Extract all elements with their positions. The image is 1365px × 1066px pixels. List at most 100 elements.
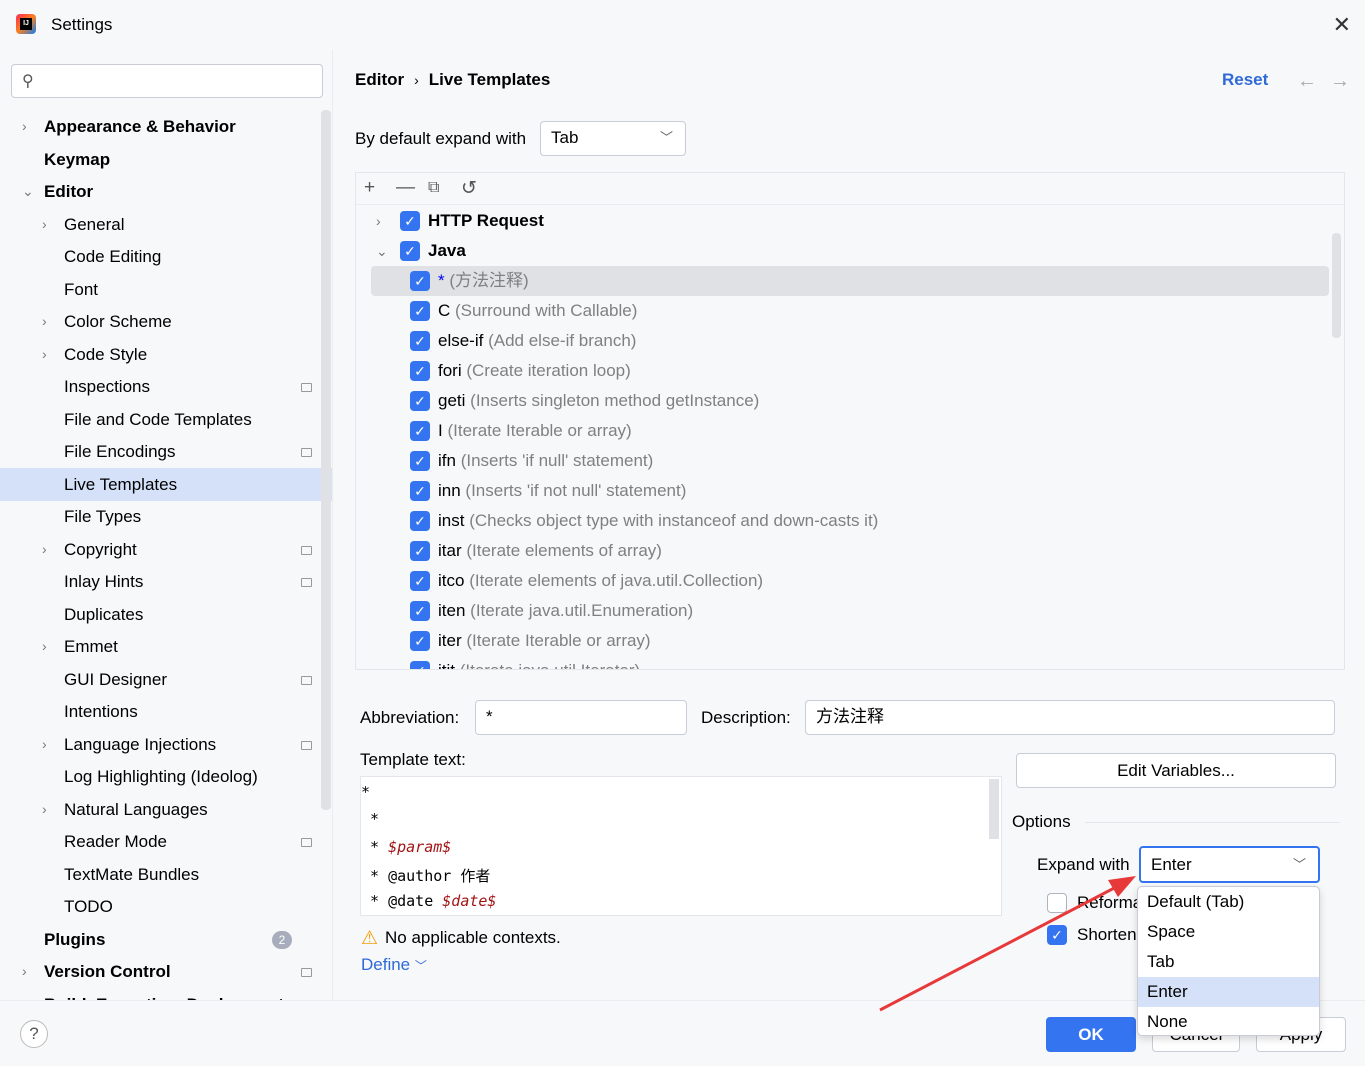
sidebar-item[interactable]: Intentions	[0, 695, 332, 728]
template-row[interactable]: ✓ itar (Iterate elements of array)	[356, 536, 1344, 566]
forward-arrow-icon[interactable]: →	[1330, 70, 1350, 93]
search-input[interactable]: ⚲	[11, 64, 323, 98]
chevron-right-icon[interactable]: ›	[42, 208, 47, 241]
template-row[interactable]: ✓ C (Surround with Callable)	[356, 296, 1344, 326]
breadcrumb-editor[interactable]: Editor	[355, 70, 404, 89]
group-checkbox[interactable]: ✓	[400, 211, 420, 231]
template-row[interactable]: ✓ else-if (Add else-if branch)	[356, 326, 1344, 356]
sidebar-item[interactable]: Duplicates	[0, 598, 332, 631]
editor-scrollbar[interactable]	[989, 779, 999, 839]
template-group-row[interactable]: ⌄ ✓ Java	[356, 236, 1344, 266]
sidebar-item[interactable]: › Copyright	[0, 533, 332, 566]
sidebar-item[interactable]: TODO	[0, 890, 332, 923]
add-icon[interactable]: +	[364, 177, 375, 199]
chevron-right-icon[interactable]: ›	[42, 630, 47, 663]
template-checkbox[interactable]: ✓	[410, 601, 430, 621]
sidebar-item[interactable]: › Code Style	[0, 338, 332, 371]
sidebar-item[interactable]: Inspections	[0, 370, 332, 403]
template-checkbox[interactable]: ✓	[410, 481, 430, 501]
sidebar-item[interactable]: File Types	[0, 500, 332, 533]
sidebar-item[interactable]: › Color Scheme	[0, 305, 332, 338]
group-checkbox[interactable]: ✓	[400, 241, 420, 261]
template-row[interactable]: ✓ I (Iterate Iterable or array)	[356, 416, 1344, 446]
sidebar-item[interactable]: › Appearance & Behavior	[0, 110, 332, 143]
chevron-right-icon[interactable]: ›	[376, 206, 381, 236]
sidebar-item[interactable]: GUI Designer	[0, 663, 332, 696]
tree-scrollbar[interactable]	[1332, 233, 1341, 338]
back-arrow-icon[interactable]: ←	[1297, 70, 1317, 93]
template-checkbox[interactable]: ✓	[410, 331, 430, 351]
sidebar-scrollbar[interactable]	[321, 110, 331, 810]
sidebar-item[interactable]: › Emmet	[0, 630, 332, 663]
define-link[interactable]: Define ﹀	[361, 955, 427, 975]
chevron-right-icon[interactable]: ›	[22, 110, 27, 143]
template-row[interactable]: ✓ * (方法注释)	[356, 266, 1344, 296]
dropdown-option[interactable]: Tab	[1138, 947, 1319, 977]
sidebar-item[interactable]: › Natural Languages	[0, 793, 332, 826]
template-row[interactable]: ✓ itit (Iterate java.util.Iterator)	[356, 656, 1344, 669]
remove-icon[interactable]: —	[396, 177, 415, 199]
default-expand-select[interactable]: Tab ﹀	[540, 121, 686, 156]
template-checkbox[interactable]: ✓	[410, 271, 430, 291]
dropdown-option[interactable]: Default (Tab)	[1138, 887, 1319, 917]
chevron-right-icon[interactable]: ›	[42, 338, 47, 371]
sidebar-item[interactable]: File Encodings	[0, 435, 332, 468]
expand-with-select[interactable]: Enter ﹀	[1139, 846, 1320, 883]
chevron-right-icon[interactable]: ›	[42, 533, 47, 566]
template-row[interactable]: ✓ iter (Iterate Iterable or array)	[356, 626, 1344, 656]
description-input[interactable]: 方法注释	[805, 700, 1335, 735]
template-checkbox[interactable]: ✓	[410, 511, 430, 531]
template-checkbox[interactable]: ✓	[410, 631, 430, 651]
template-row[interactable]: ✓ iten (Iterate java.util.Enumeration)	[356, 596, 1344, 626]
edit-variables-button[interactable]: Edit Variables...	[1016, 753, 1336, 788]
template-row[interactable]: ✓ geti (Inserts singleton method getInsta…	[356, 386, 1344, 416]
ok-button[interactable]: OK	[1046, 1017, 1136, 1052]
template-checkbox[interactable]: ✓	[410, 661, 430, 669]
template-row[interactable]: ✓ fori (Create iteration loop)	[356, 356, 1344, 386]
template-checkbox[interactable]: ✓	[410, 421, 430, 441]
template-row[interactable]: ✓ inn (Inserts 'if not null' statement)	[356, 476, 1344, 506]
sidebar-item[interactable]: File and Code Templates	[0, 403, 332, 436]
sidebar-item[interactable]: ⌄ Editor	[0, 175, 332, 208]
sidebar-item[interactable]: Plugins 2	[0, 923, 332, 956]
chevron-down-icon[interactable]: ⌄	[376, 236, 388, 266]
abbreviation-input[interactable]: *	[475, 700, 687, 735]
dropdown-option[interactable]: Space	[1138, 917, 1319, 947]
reset-link[interactable]: Reset	[1222, 70, 1268, 90]
chevron-down-icon[interactable]: ⌄	[22, 175, 34, 208]
sidebar-item[interactable]: Keymap	[0, 143, 332, 176]
template-row[interactable]: ✓ inst (Checks object type with instanceo…	[356, 506, 1344, 536]
copy-icon[interactable]: ⧉	[428, 179, 439, 197]
sidebar-item[interactable]: › Language Injections	[0, 728, 332, 761]
chevron-right-icon[interactable]: ›	[42, 793, 47, 826]
template-checkbox[interactable]: ✓	[410, 571, 430, 591]
sidebar-item[interactable]: Log Highlighting (Ideolog)	[0, 760, 332, 793]
sidebar-item[interactable]: › General	[0, 208, 332, 241]
template-group-row[interactable]: › ✓ HTTP Request	[356, 206, 1344, 236]
chevron-right-icon[interactable]: ›	[22, 988, 27, 1001]
chevron-right-icon[interactable]: ›	[42, 305, 47, 338]
template-row[interactable]: ✓ ifn (Inserts 'if null' statement)	[356, 446, 1344, 476]
close-icon[interactable]: ✕	[1333, 12, 1351, 38]
sidebar-item[interactable]: Font	[0, 273, 332, 306]
template-text-editor[interactable]: * * * $param$ * @author 作者 * @date $date…	[360, 776, 1002, 916]
sidebar-item[interactable]: Reader Mode	[0, 825, 332, 858]
sidebar-item[interactable]: TextMate Bundles	[0, 858, 332, 891]
sidebar-item[interactable]: › Version Control	[0, 955, 332, 988]
template-checkbox[interactable]: ✓	[410, 451, 430, 471]
sidebar-item[interactable]: Code Editing	[0, 240, 332, 273]
reformat-checkbox[interactable]	[1047, 893, 1067, 913]
template-row[interactable]: ✓ itco (Iterate elements of java.util.Col…	[356, 566, 1344, 596]
template-checkbox[interactable]: ✓	[410, 391, 430, 411]
help-icon[interactable]: ?	[20, 1020, 48, 1048]
restore-icon[interactable]: ↺	[461, 177, 477, 200]
sidebar-item[interactable]: › Build, Execution, Deployment	[0, 988, 332, 1001]
template-checkbox[interactable]: ✓	[410, 541, 430, 561]
dropdown-option[interactable]: None	[1138, 1007, 1319, 1035]
shorten-fq-checkbox[interactable]: ✓	[1047, 925, 1067, 945]
template-checkbox[interactable]: ✓	[410, 361, 430, 381]
template-checkbox[interactable]: ✓	[410, 301, 430, 321]
chevron-right-icon[interactable]: ›	[22, 955, 27, 988]
dropdown-option[interactable]: Enter	[1138, 977, 1319, 1007]
chevron-right-icon[interactable]: ›	[42, 728, 47, 761]
